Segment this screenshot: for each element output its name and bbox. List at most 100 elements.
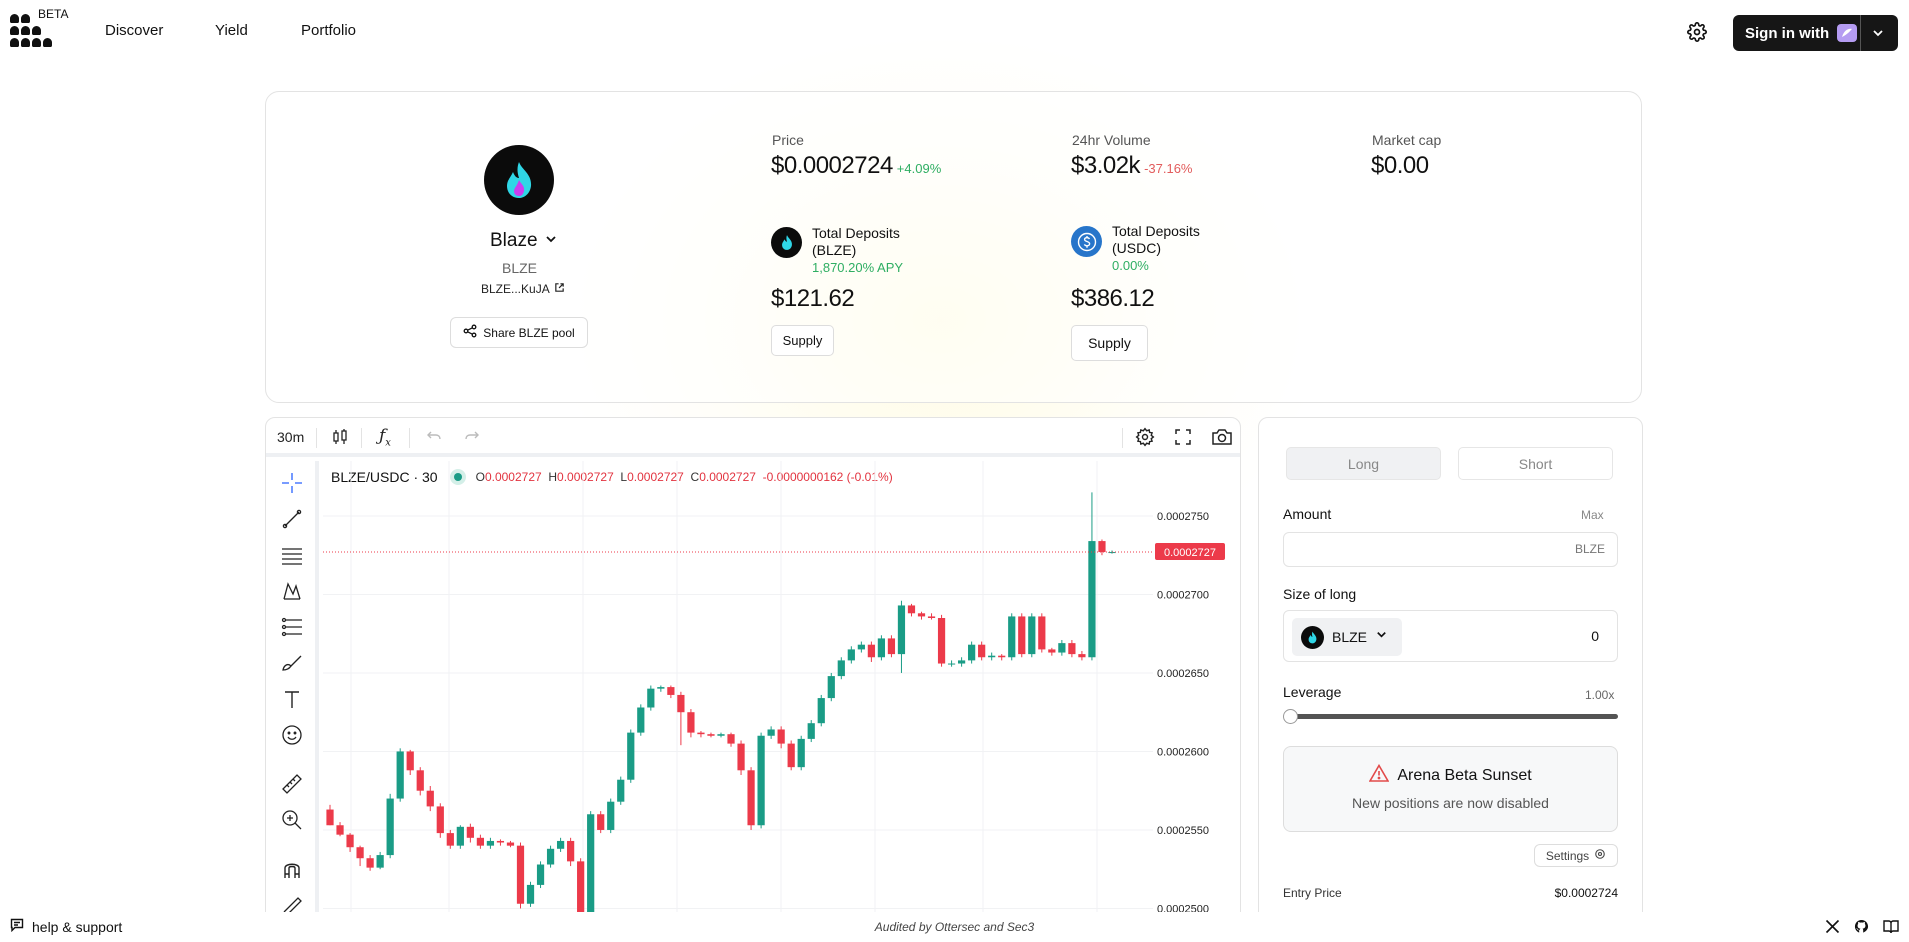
amount-unit: BLZE [1574,542,1605,556]
trade-panel: Long Short Amount Max BLZE Size of long … [1258,417,1643,942]
candle [978,644,986,658]
candle [617,779,625,802]
candle [847,649,855,661]
interval-selector[interactable]: 30m [277,429,304,445]
emoji-icon[interactable] [279,722,305,748]
candle [546,848,555,865]
short-tab[interactable]: Short [1458,447,1613,480]
candle [707,734,715,736]
prediction-icon[interactable] [279,614,305,640]
candlestick-chart[interactable]: 0.0002750 0.0002700 0.0002650 0.0002600 0.00… [323,461,1238,942]
sign-in-button[interactable]: Sign in with [1733,15,1898,51]
token-address: BLZE...KuJA [481,282,550,296]
candle [757,735,765,826]
share-pool-button[interactable]: Share BLZE pool [450,317,588,348]
leverage-slider-track[interactable] [1285,714,1618,719]
chevron-down-icon[interactable] [1871,26,1885,45]
candle [677,694,685,713]
candle [326,809,334,826]
market-cap-value: $0.00 [1371,152,1429,179]
gear-icon [1594,848,1606,863]
magnet-icon[interactable] [279,856,305,882]
indicators-icon[interactable]: ƒx [379,426,391,448]
x-twitter-icon[interactable] [1825,919,1840,939]
nav-yield[interactable]: Yield [215,22,248,39]
token-name: Blaze [490,230,538,251]
deposits-blze-value: $121.62 [771,285,855,312]
max-button[interactable]: Max [1581,508,1604,522]
sign-in-label: Sign in with [1745,24,1830,42]
nav-discover[interactable]: Discover [105,22,163,39]
token-selector[interactable]: Blaze [490,230,558,252]
last-price-label: 0.0002727 [1164,547,1216,559]
drawing-tools-sidebar [266,461,319,941]
supply-usdc-button[interactable]: Supply [1071,325,1148,361]
candle [777,729,785,744]
candle [897,605,906,655]
brush-icon[interactable] [279,650,305,676]
ruler-icon[interactable] [279,771,305,797]
candle [1078,654,1086,658]
volume-value: $3.02k [1071,152,1141,179]
blaze-token-icon [1301,625,1324,649]
candle [446,833,454,846]
slippage-settings-button[interactable]: Settings [1534,844,1618,867]
token-address-link[interactable]: BLZE...KuJA [481,282,565,296]
amount-input[interactable]: BLZE [1283,532,1618,567]
undo-icon[interactable] [426,429,442,446]
redo-icon[interactable] [464,429,480,446]
candle [346,834,354,848]
chart-settings-gear-icon[interactable] [1135,427,1155,450]
github-icon[interactable] [1854,919,1869,939]
pattern-icon[interactable] [279,578,305,604]
sunset-title: Arena Beta Sunset [1397,766,1532,784]
long-tab[interactable]: Long [1286,447,1441,480]
trend-line-icon[interactable] [279,506,305,532]
candle [747,770,755,826]
blaze-token-icon [484,145,554,215]
candle [366,858,374,868]
usdc-token-icon [1071,226,1102,257]
candle [597,814,605,830]
leverage-slider-handle[interactable] [1283,709,1298,724]
candle [356,847,364,859]
external-link-icon [554,282,565,296]
fib-retracement-icon[interactable] [279,542,305,568]
candle [476,837,485,846]
size-label: Size of long [1283,586,1357,602]
y-tick-label: 0.0002650 [1157,668,1209,680]
candle [637,707,645,733]
candle [536,864,545,885]
footer: help & support Audited by Ottersec and S… [0,912,1909,942]
wallet-icon [1837,24,1858,42]
deposits-blze-title: Total Deposits (BLZE) [812,225,900,258]
size-value[interactable]: 0 [1591,628,1599,644]
size-token-selector[interactable]: BLZE [1292,618,1402,656]
candle [436,806,444,834]
candle [968,644,976,661]
camera-icon[interactable] [1211,428,1233,449]
candle [998,655,1006,658]
candle [657,687,665,689]
candle [957,660,966,664]
settings-gear-icon[interactable] [1687,22,1707,42]
leverage-value: 1.00x [1585,688,1615,702]
candle [887,638,896,655]
candle [456,826,464,846]
candle [1008,616,1016,658]
share-pool-label: Share BLZE pool [483,325,575,340]
fullscreen-icon[interactable] [1174,428,1192,449]
docs-book-icon[interactable] [1883,919,1899,939]
warning-icon [1368,763,1390,787]
candle [1038,616,1046,650]
candle [837,660,845,677]
candles-icon[interactable] [332,428,348,449]
beta-badge: BETA [38,7,69,21]
supply-blze-button[interactable]: Supply [771,325,834,356]
candle [386,798,394,856]
zoom-in-icon[interactable] [279,807,305,833]
text-icon[interactable] [279,686,305,712]
nav-portfolio[interactable]: Portfolio [301,22,356,39]
crosshair-icon[interactable] [279,470,305,496]
price-chart-panel: 30m ƒx BLZE/USDC · 30 O0.0002727 H0.0002… [265,417,1241,942]
